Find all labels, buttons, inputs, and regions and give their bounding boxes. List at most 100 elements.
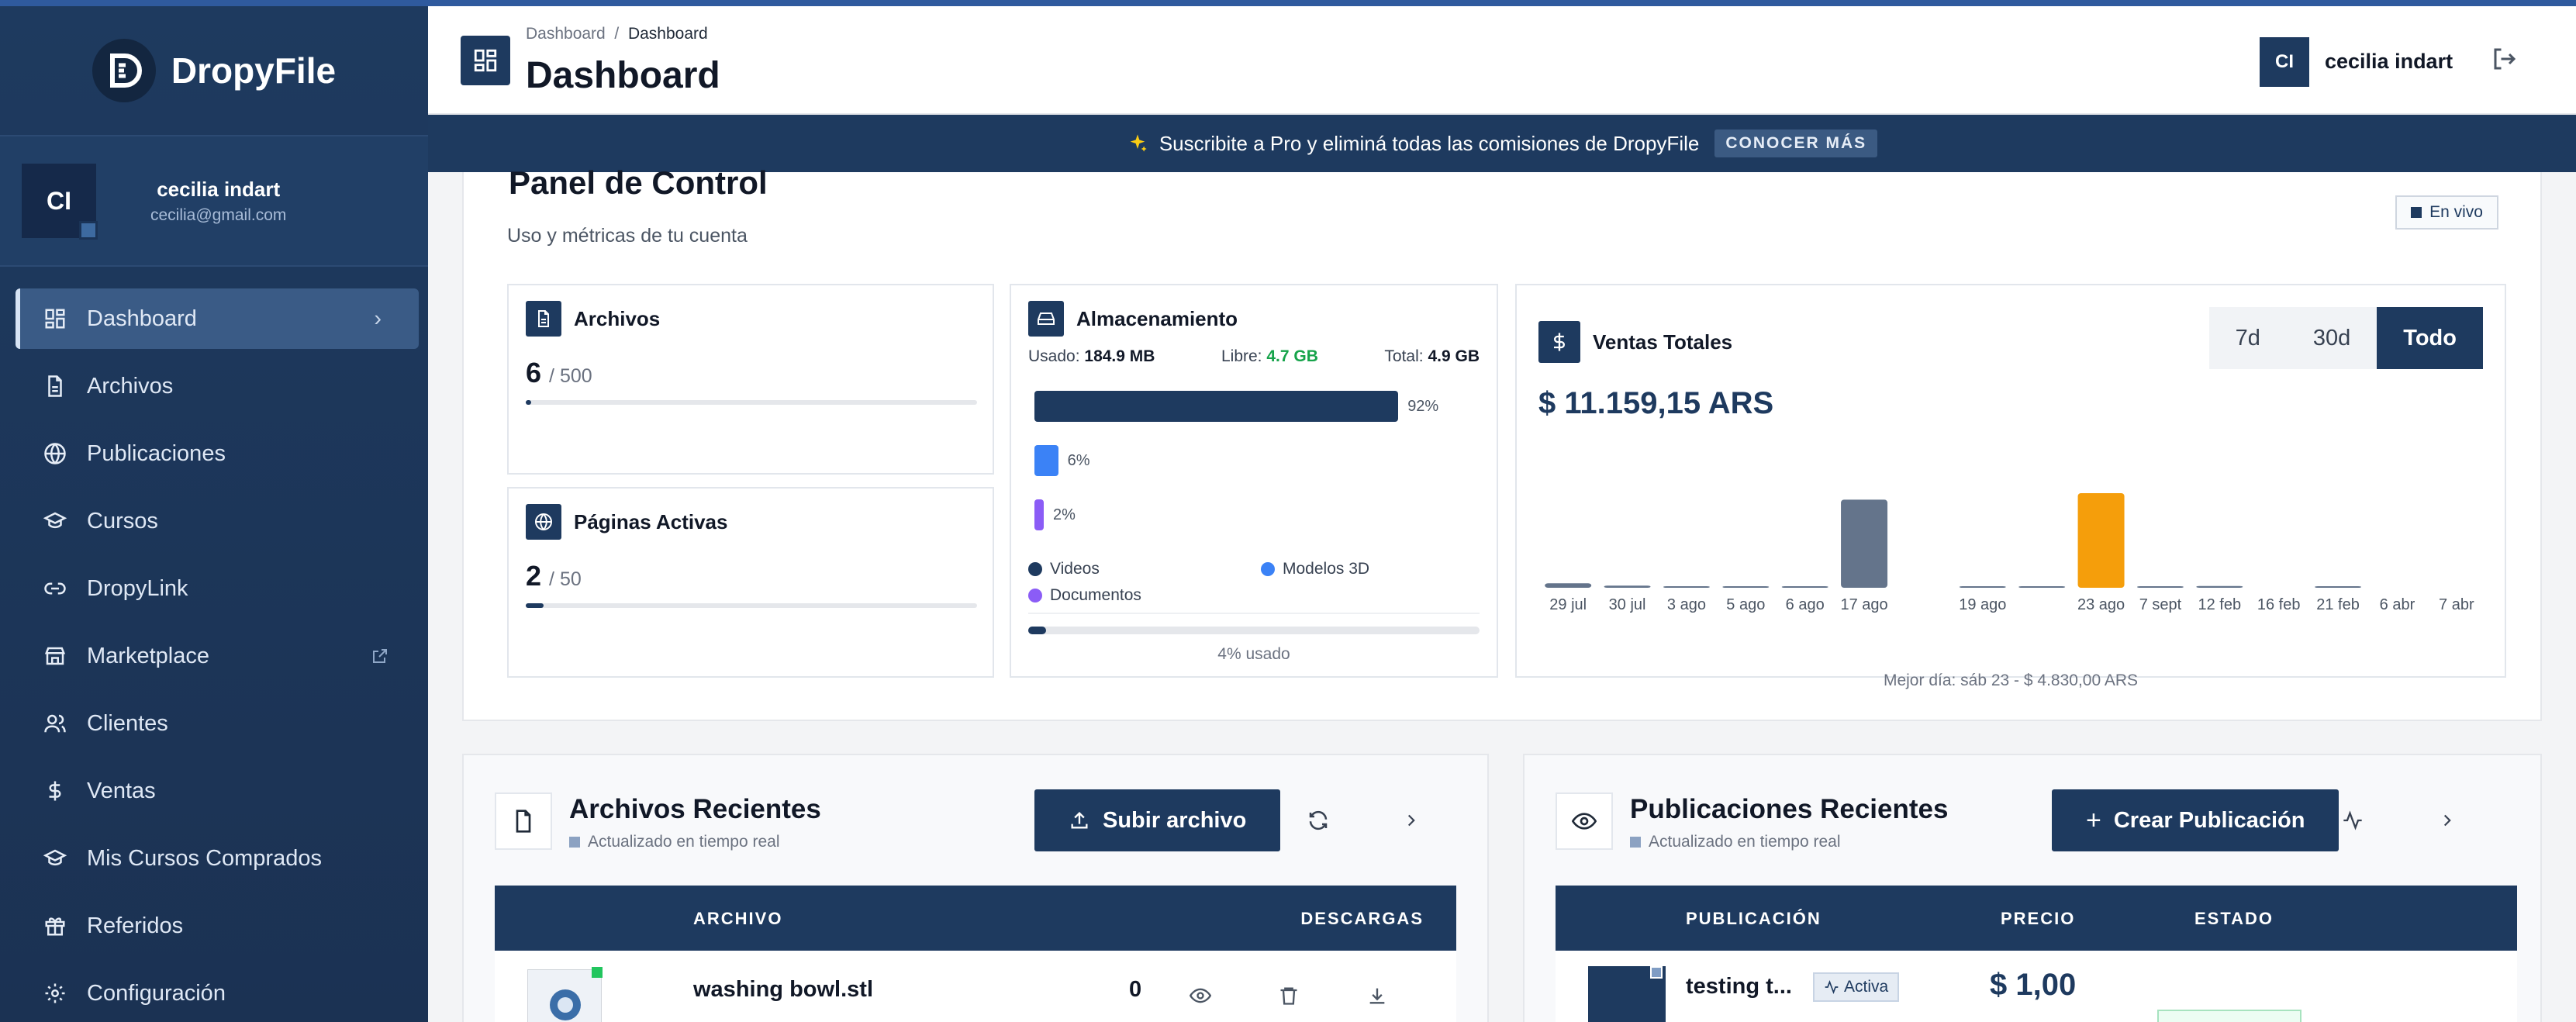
archivos-count: 6 / 500 xyxy=(526,357,592,389)
avatar: CI xyxy=(22,164,98,240)
control-panel: Panel de Control Uso y métricas de tu cu… xyxy=(462,164,2542,721)
gear-icon xyxy=(45,983,65,1003)
ventas-card-header: Ventas Totales xyxy=(1538,321,1732,363)
sidebar-item-archivos[interactable]: Archivos xyxy=(16,356,419,416)
paginas-progress xyxy=(526,603,977,608)
storage-bar xyxy=(1034,445,1058,476)
sidebar-item-mis-cursos-comprados[interactable]: Mis Cursos Comprados xyxy=(16,828,419,889)
activity-button[interactable] xyxy=(2334,802,2371,839)
file-name[interactable]: washing bowl.stl xyxy=(693,977,873,1003)
period-30d[interactable]: 30d xyxy=(2287,307,2377,369)
banner-text: Suscribite a Pro y eliminá todas las com… xyxy=(1159,131,1700,155)
sidebar-item-label: Clientes xyxy=(87,710,168,736)
top-accent-line xyxy=(0,0,2576,6)
create-publication-button[interactable]: + Crear Publicación xyxy=(2052,789,2339,851)
sidebar-item-marketplace[interactable]: Marketplace xyxy=(16,626,419,686)
sidebar-item-dashboard[interactable]: Dashboard › xyxy=(16,288,419,349)
eye-icon[interactable] xyxy=(1190,985,1211,1006)
user-email: cecilia@gmail.com xyxy=(150,205,287,224)
archivos-card-title: Archivos xyxy=(574,306,661,330)
upload-file-button[interactable]: Subir archivo xyxy=(1034,789,1281,851)
publication-name[interactable]: testing t... xyxy=(1686,974,1792,1000)
almacenamiento-card[interactable]: Almacenamiento Usado: 184.9 MB Libre: 4.… xyxy=(1010,284,1498,678)
chevron-right-icon: › xyxy=(374,306,382,331)
banner-cta-button[interactable]: CONOCER MÁS xyxy=(1714,129,1878,157)
sidebar-item-dropylink[interactable]: DropyLink xyxy=(16,558,419,619)
chart-bar[interactable] xyxy=(2018,586,2066,588)
view-all-files-button[interactable] xyxy=(1393,802,1430,839)
sparkles-icon xyxy=(1130,134,1147,152)
promo-banner: Suscribite a Pro y eliminá todas las com… xyxy=(428,115,2576,172)
status-dot xyxy=(79,221,98,240)
sidebar-item-ventas[interactable]: Ventas xyxy=(16,761,419,821)
chart-bar[interactable] xyxy=(2136,586,2184,588)
brand[interactable]: DropyFile xyxy=(0,6,428,136)
table-row[interactable]: testing t... Activa $ 1,00 xyxy=(1556,951,2517,1022)
panel-subtitle: Uso y métricas de tu cuenta xyxy=(507,225,748,247)
period-selector: 7d 30d Todo xyxy=(2208,307,2483,369)
chart-bar[interactable] xyxy=(1841,499,1888,588)
table-row[interactable]: washing bowl.stl 0 xyxy=(495,951,1456,1022)
refresh-button[interactable] xyxy=(1300,802,1337,839)
live-badge: En vivo xyxy=(2395,195,2498,230)
upload-file-label: Subir archivo xyxy=(1103,807,1247,833)
header-avatar[interactable]: CI xyxy=(2260,37,2309,87)
view-all-pubs-button[interactable] xyxy=(2429,802,2466,839)
sidebar-item-cursos[interactable]: Cursos xyxy=(16,491,419,551)
storage-bar-percent: 2% xyxy=(1053,506,1076,523)
chart-bar[interactable] xyxy=(1722,586,1770,588)
sidebar-user[interactable]: CI cecilia indart cecilia@gmail.com xyxy=(0,136,428,267)
chart-bar[interactable] xyxy=(2077,493,2125,588)
gift-icon xyxy=(45,917,65,936)
archivos-card[interactable]: Archivos 6 / 500 xyxy=(507,284,994,475)
chart-bar[interactable] xyxy=(2196,585,2243,588)
sidebar-item-clientes[interactable]: Clientes xyxy=(16,693,419,754)
storage-free-value: 4.7 GB xyxy=(1266,347,1318,365)
file-icon xyxy=(526,301,561,337)
user-name: cecilia indart xyxy=(157,177,281,201)
legend-label: Videos xyxy=(1050,560,1100,578)
chart-bar[interactable] xyxy=(1663,586,1710,588)
activity-icon xyxy=(1825,979,1839,995)
storage-total: Total: 4.9 GB xyxy=(1384,347,1480,366)
period-7d[interactable]: 7d xyxy=(2209,307,2287,369)
paginas-card[interactable]: Páginas Activas 2 / 50 xyxy=(507,487,994,678)
chart-x-tick-label: 19 ago xyxy=(1959,596,2006,613)
chart-bar[interactable] xyxy=(1959,586,2006,588)
trash-icon[interactable] xyxy=(1278,985,1300,1006)
status-pill xyxy=(2157,1010,2301,1022)
file-thumbnail xyxy=(527,967,603,1022)
chevron-right-icon xyxy=(2443,814,2451,827)
status-badge: Activa xyxy=(1813,972,1900,1002)
sidebar-item-referidos[interactable]: Referidos xyxy=(16,896,419,956)
legend-modelos-3d: Modelos 3D xyxy=(1261,560,1462,578)
brand-name: DropyFile xyxy=(171,50,337,91)
chart-bar[interactable] xyxy=(1604,585,1651,588)
sidebar-item-configuracion[interactable]: Configuración xyxy=(16,963,419,1022)
storage-free: Libre: 4.7 GB xyxy=(1221,347,1318,366)
storage-bar-row: 92% xyxy=(1034,391,1469,422)
sidebar-item-publicaciones[interactable]: Publicaciones xyxy=(16,423,419,484)
sales-bar-chart: 29 jul 30 jul 3 ago 5 ago 6 ago 17 ago 19 ago 2… xyxy=(1545,493,2474,613)
download-icon[interactable] xyxy=(1366,985,1388,1006)
storage-card-header: Almacenamiento xyxy=(1028,301,1238,337)
logout-button[interactable] xyxy=(2491,45,2519,77)
storage-used-progress xyxy=(1028,627,1480,634)
chart-bar[interactable] xyxy=(2315,586,2362,588)
chart-bar[interactable] xyxy=(1781,586,1828,588)
recent-files-title: Archivos Recientes xyxy=(569,794,821,824)
globe-icon xyxy=(526,504,561,540)
file-icon xyxy=(495,792,552,850)
chart-bar[interactable] xyxy=(1545,583,1592,588)
ventas-card: Ventas Totales 7d 30d Todo $ 11.159,15 A… xyxy=(1515,284,2506,689)
archivos-card-header: Archivos xyxy=(526,301,660,337)
storage-used-caption: 4% usado xyxy=(1217,645,1290,663)
chart-x-tick-label: 7 sept xyxy=(2139,596,2182,613)
breadcrumb-link[interactable]: Dashboard xyxy=(526,25,606,43)
archivos-progress xyxy=(526,400,977,405)
legend-label: Documentos xyxy=(1050,586,1141,604)
realtime-indicator xyxy=(569,837,580,848)
header-user-name[interactable]: cecilia indart xyxy=(2325,50,2453,74)
chart-x-tick-label: 12 feb xyxy=(2198,596,2242,613)
period-todo[interactable]: Todo xyxy=(2377,307,2483,369)
